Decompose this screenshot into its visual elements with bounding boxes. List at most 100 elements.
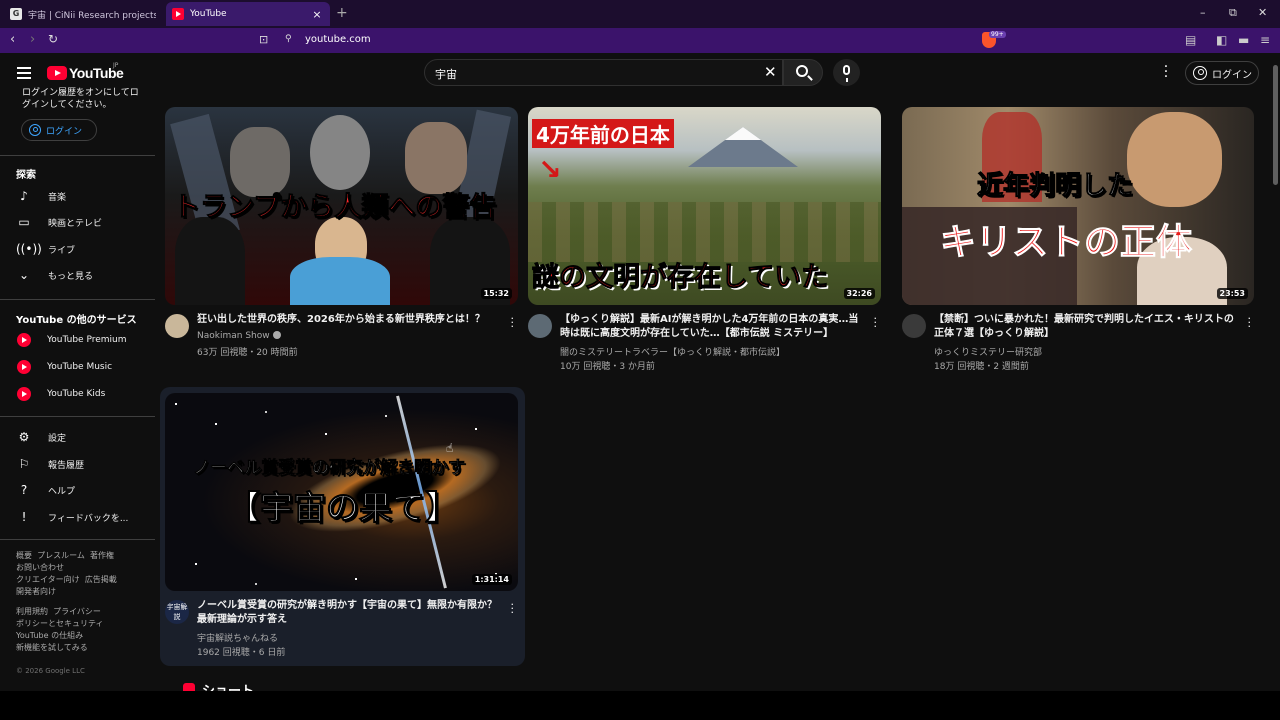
video-title[interactable]: 【禁断】ついに暴かれた！最新研究で判明したイエス・キリストの正体７選【ゆっくり解… bbox=[934, 313, 1234, 341]
forward-icon[interactable]: › bbox=[30, 32, 35, 47]
reload-icon[interactable]: ↻ bbox=[48, 32, 58, 46]
footer-link[interactable]: 概要 bbox=[16, 551, 32, 560]
channel-name[interactable]: Naokiman Show bbox=[197, 331, 270, 341]
video-meta: 18万 回視聴・2 週間前 bbox=[934, 362, 1029, 372]
back-icon[interactable]: ‹ bbox=[10, 32, 15, 47]
url-field[interactable]: youtube.com bbox=[305, 34, 371, 45]
channel-avatar[interactable] bbox=[902, 314, 926, 338]
footer-link[interactable]: YouTube の仕組み bbox=[16, 631, 83, 640]
sidebar-item-settings[interactable]: ⚙ 設定 bbox=[16, 426, 146, 448]
video-menu-icon[interactable]: · · · bbox=[874, 313, 878, 332]
channel-avatar[interactable]: 宇宙解説 bbox=[165, 600, 189, 624]
video-menu-icon[interactable]: · · · bbox=[511, 313, 515, 332]
sidebar-item-music[interactable]: ♪ 音楽 bbox=[16, 185, 146, 207]
sidebar-item-label: 映画とテレビ bbox=[48, 218, 103, 229]
minimize-button[interactable]: – bbox=[1200, 6, 1206, 19]
footer-link[interactable]: 著作権 bbox=[90, 551, 114, 560]
search-input[interactable]: 宇宙 bbox=[435, 66, 457, 82]
video-card[interactable]: トランプから人類への警告 15:32 狂い出した世界の秩序、2026年から始まる… bbox=[165, 107, 518, 367]
channel-avatar[interactable] bbox=[528, 314, 552, 338]
sidebar-item-kids[interactable]: YouTube Kids bbox=[16, 383, 146, 405]
footer-link[interactable]: 利用規約 bbox=[16, 607, 48, 616]
sidebar-item-help[interactable]: ? ヘルプ bbox=[16, 479, 146, 501]
sidebar-item-label: 報告履歴 bbox=[48, 460, 85, 471]
tab-youtube[interactable]: YouTube × bbox=[166, 2, 330, 26]
footer-link[interactable]: 新機能を試してみる bbox=[16, 643, 88, 652]
clear-search-icon[interactable]: ✕ bbox=[764, 63, 777, 81]
maximize-button[interactable]: ⧉ bbox=[1229, 6, 1237, 20]
sidebar-item-report-history[interactable]: ⚐ 報告履歴 bbox=[16, 453, 146, 475]
video-title[interactable]: ノーベル賞受賞の研究が解き明かす【宇宙の果て】無限か有限か？最新理論が示す答え bbox=[197, 599, 497, 627]
footer-link[interactable]: プレスルーム bbox=[37, 551, 85, 560]
sidebar-item-movies[interactable]: ▭ 映画とテレビ bbox=[16, 211, 146, 233]
video-card[interactable]: 4万年前の日本 ↘ 謎の文明が存在していた 32:26 【ゆっくり解説】最新AI… bbox=[528, 107, 881, 372]
sidebar-item-live[interactable]: ((•)) ライブ bbox=[16, 238, 146, 260]
video-thumbnail[interactable]: 4万年前の日本 ↘ 謎の文明が存在していた 32:26 bbox=[528, 107, 881, 305]
menu-icon[interactable] bbox=[17, 67, 31, 82]
sidebar-item-music-app[interactable]: YouTube Music bbox=[16, 356, 146, 378]
sidebar-item-more[interactable]: ⌄ もっと見る bbox=[16, 264, 146, 286]
youtube-favicon-icon bbox=[172, 8, 184, 20]
logo-region: JP bbox=[113, 62, 119, 69]
sidebar-login-button[interactable]: ログイン bbox=[21, 119, 97, 141]
bookmark-icon[interactable]: ⊡ bbox=[259, 33, 268, 46]
scrollbar[interactable] bbox=[1271, 55, 1280, 691]
help-icon: ? bbox=[20, 483, 28, 497]
reader-mode-icon[interactable]: ▤ bbox=[1185, 33, 1196, 47]
thumbnail-caption: トランプから人類への警告 bbox=[172, 192, 497, 224]
footer-link[interactable]: クリエイター向け bbox=[16, 575, 80, 584]
wallet-icon[interactable]: ▬ bbox=[1238, 33, 1249, 47]
video-menu-icon[interactable]: · · · bbox=[511, 599, 515, 618]
music-note-icon: ♪ bbox=[20, 189, 28, 203]
video-title[interactable]: 狂い出した世界の秩序、2026年から始まる新世界秩序とは！？ bbox=[197, 313, 497, 327]
scrollbar-thumb[interactable] bbox=[1273, 65, 1278, 185]
video-thumbnail[interactable]: ノーベル賞受賞の研究が解き明かす 【宇宙の果て】 1:31:14 bbox=[165, 393, 518, 591]
video-thumbnail[interactable]: 近年判明した キリストの正体 23:53 bbox=[902, 107, 1254, 305]
sidebar-item-premium[interactable]: YouTube Premium bbox=[16, 329, 146, 351]
search-box[interactable]: 宇宙 ✕ bbox=[424, 59, 783, 86]
gear-icon: ⚙ bbox=[18, 430, 30, 444]
video-card[interactable]: ノーベル賞受賞の研究が解き明かす 【宇宙の果て】 1:31:14 宇宙解説 ノー… bbox=[165, 393, 518, 663]
channel-avatar[interactable] bbox=[165, 314, 189, 338]
sidebar-item-feedback[interactable]: ! フィードバックを... bbox=[16, 506, 146, 528]
tab-cinii[interactable]: G 宇宙 | CiNii Research projects 検索 bbox=[6, 2, 156, 26]
video-channel[interactable]: Naokiman Show bbox=[197, 331, 281, 341]
flag-icon: ⚐ bbox=[18, 457, 30, 471]
channel-name[interactable]: 宇宙解説ちゃんねる bbox=[197, 631, 278, 644]
video-meta: 10万 回視聴・3 か月前 bbox=[560, 362, 655, 372]
video-menu-icon[interactable]: · · · bbox=[1248, 313, 1252, 332]
close-window-button[interactable]: ✕ bbox=[1258, 6, 1267, 19]
video-thumbnail[interactable]: トランプから人類への警告 15:32 bbox=[165, 107, 518, 305]
thumbnail-caption: キリストの正体 bbox=[939, 222, 1193, 264]
video-meta: 1962 回視聴・6 日前 bbox=[197, 648, 286, 658]
channel-name[interactable]: 闇のミステリートラベラー【ゆっくり解説・都市伝説】 bbox=[560, 345, 785, 358]
header-login-button[interactable]: ログイン bbox=[1185, 61, 1259, 85]
footer-link[interactable]: 広告掲載 bbox=[85, 575, 117, 584]
sidebar-item-label: YouTube Premium bbox=[47, 335, 127, 345]
youtube-kids-icon bbox=[17, 387, 31, 401]
arrow-icon: ↘ bbox=[538, 153, 562, 186]
tab-title: 宇宙 | CiNii Research projects 検索 bbox=[28, 10, 156, 21]
sidebar-toggle-icon[interactable]: ◧ bbox=[1216, 33, 1227, 47]
youtube-logo[interactable]: YouTube JP bbox=[47, 62, 124, 81]
site-info-icon[interactable]: ⚲ bbox=[285, 34, 292, 44]
footer-link[interactable]: お問い合わせ bbox=[16, 563, 64, 572]
footer-link[interactable]: 開発者向け bbox=[16, 587, 56, 596]
sidebar-item-label: 設定 bbox=[48, 433, 67, 444]
video-title[interactable]: 【ゆっくり解説】最新AIが解き明かした4万年前の日本の真実…当時は既に高度文明が… bbox=[560, 313, 860, 341]
video-duration: 23:53 bbox=[1216, 288, 1248, 299]
channel-name[interactable]: ゆっくりミステリー研究部 bbox=[934, 345, 1042, 358]
video-duration: 1:31:14 bbox=[471, 574, 512, 585]
search-button[interactable] bbox=[783, 59, 823, 86]
login-label: ログイン bbox=[1212, 69, 1252, 81]
tab-close-icon[interactable]: × bbox=[310, 8, 324, 21]
new-tab-button[interactable]: + bbox=[336, 5, 348, 21]
video-duration: 15:32 bbox=[480, 288, 512, 299]
video-card[interactable]: 近年判明した キリストの正体 23:53 【禁断】ついに暴かれた！最新研究で判明… bbox=[902, 107, 1255, 372]
voice-search-button[interactable] bbox=[833, 59, 860, 86]
settings-more-icon[interactable]: · · · bbox=[1163, 60, 1169, 84]
footer-link[interactable]: プライバシー bbox=[53, 607, 101, 616]
live-icon: ((•)) bbox=[16, 242, 42, 256]
browser-menu-icon[interactable]: ≡ bbox=[1260, 33, 1270, 47]
footer-link[interactable]: ポリシーとセキュリティ bbox=[16, 619, 104, 628]
